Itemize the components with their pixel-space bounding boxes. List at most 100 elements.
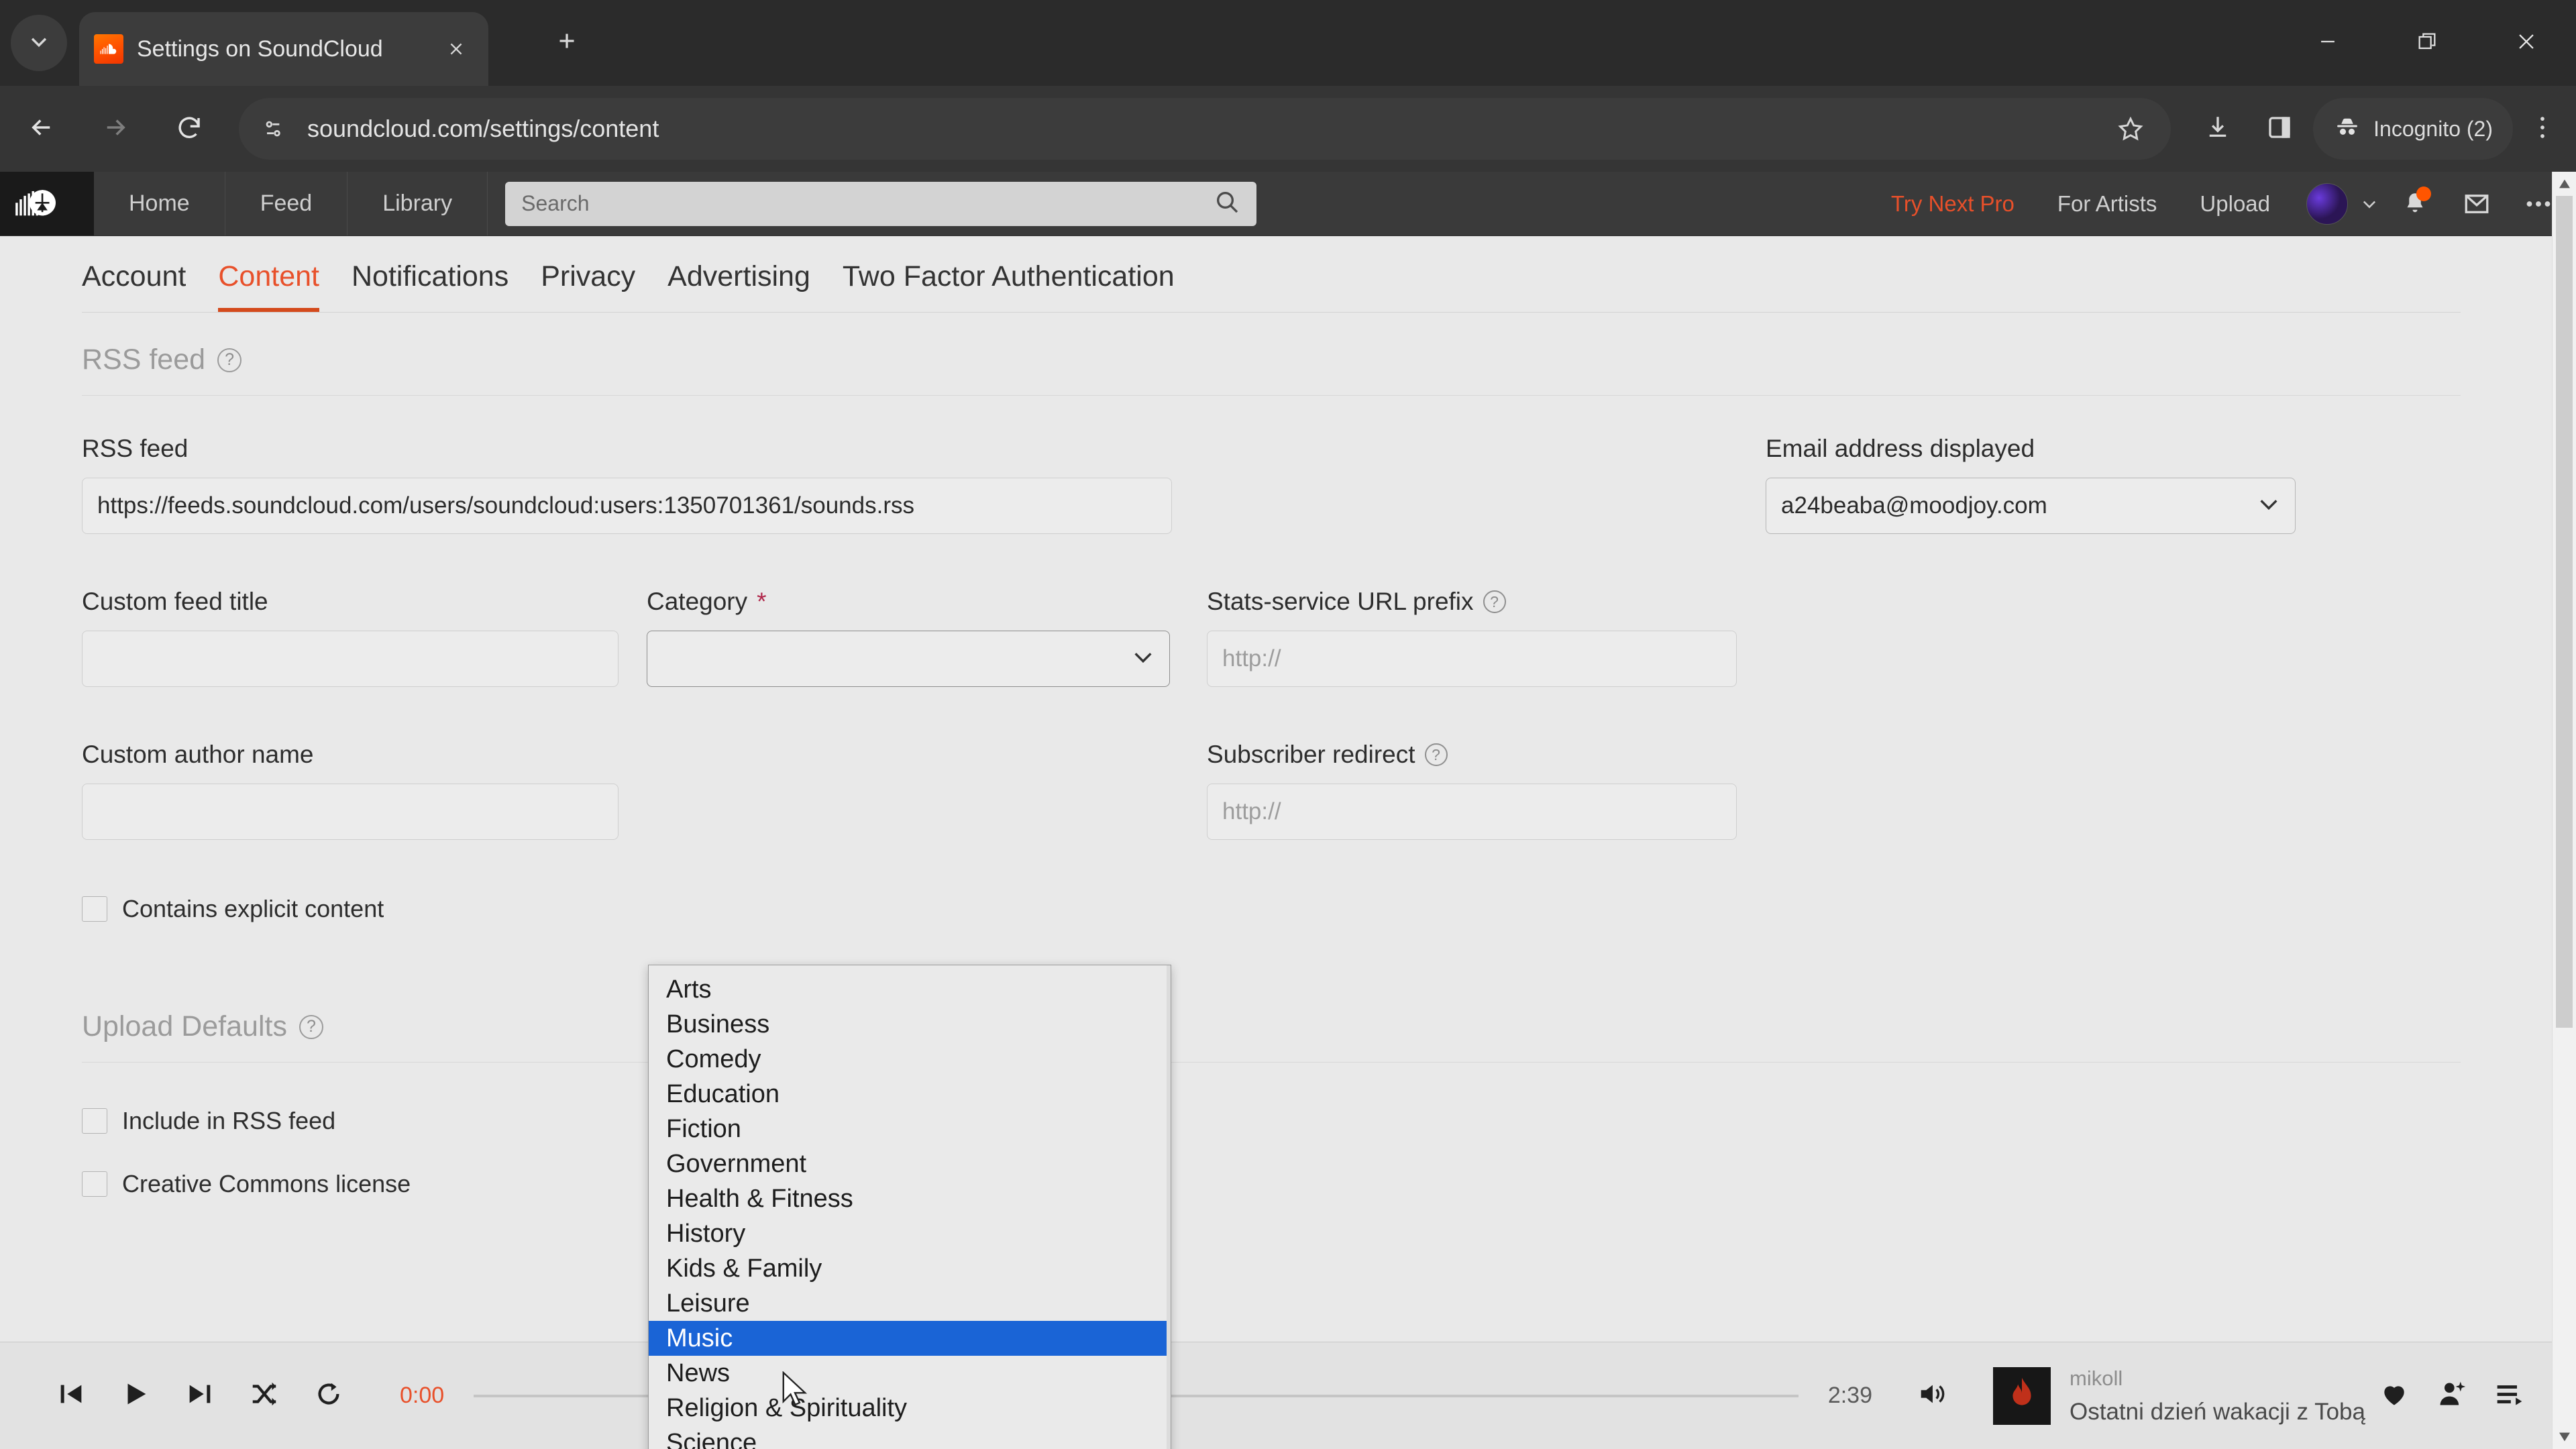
dropdown-option-government[interactable]: Government	[649, 1146, 1171, 1181]
for-artists-link[interactable]: For Artists	[2036, 191, 2179, 217]
upload-link[interactable]: Upload	[2178, 191, 2292, 217]
previous-track-button[interactable]	[39, 1364, 103, 1428]
notifications-button[interactable]	[2390, 178, 2440, 229]
chevron-down-icon[interactable]	[2360, 195, 2379, 213]
track-meta: mikoll Ostatni dzień wakacji z Tobą	[2070, 1366, 2365, 1426]
three-dots-vertical-icon	[2532, 114, 2553, 144]
reload-button[interactable]	[157, 97, 221, 161]
incognito-indicator[interactable]: Incognito (2)	[2313, 98, 2513, 160]
category-dropdown-list[interactable]: Arts Business Comedy Education Fiction G…	[648, 965, 1171, 1449]
custom-author-name-field-group: Custom author name	[82, 741, 619, 840]
track-title[interactable]: Ostatni dzień wakacji z Tobą	[2070, 1399, 2365, 1426]
side-panel-button[interactable]	[2249, 98, 2310, 160]
dropdown-option-arts[interactable]: Arts	[649, 972, 1171, 1007]
soundcloud-favicon-icon	[94, 34, 123, 64]
dropdown-scrollbar[interactable]	[1167, 965, 1171, 1449]
close-tab-icon[interactable]	[439, 32, 474, 66]
subscriber-redirect-label-text: Subscriber redirect	[1207, 741, 1415, 768]
rss-feed-input[interactable]: https://feeds.soundcloud.com/users/sound…	[82, 478, 1172, 534]
custom-feed-title-input[interactable]	[82, 631, 619, 687]
contains-explicit-content-checkbox-row[interactable]: Contains explicit content	[82, 895, 2461, 923]
spacer-col-2	[647, 741, 1170, 840]
try-next-pro-link[interactable]: Try Next Pro	[1870, 191, 2036, 217]
dropdown-option-business[interactable]: Business	[649, 1007, 1171, 1042]
downloads-button[interactable]	[2187, 98, 2249, 160]
stats-url-prefix-input[interactable]: http://	[1207, 631, 1737, 687]
skip-next-icon	[184, 1379, 215, 1413]
creative-commons-license-checkbox[interactable]	[82, 1171, 107, 1197]
forward-button[interactable]	[83, 97, 148, 161]
sidebar-item-feed[interactable]: Feed	[225, 172, 348, 235]
question-mark-icon[interactable]: ?	[1424, 743, 1448, 766]
browser-menu-button[interactable]	[2516, 98, 2569, 160]
tab-advertising[interactable]: Advertising	[667, 260, 810, 312]
repeat-icon	[313, 1379, 344, 1413]
scroll-down-arrow[interactable]	[2553, 1425, 2576, 1449]
subscriber-redirect-input[interactable]: http://	[1207, 784, 1737, 840]
avatar[interactable]	[2306, 182, 2348, 225]
messages-button[interactable]	[2451, 178, 2502, 229]
new-tab-button[interactable]	[543, 19, 590, 66]
follow-button[interactable]	[2423, 1367, 2481, 1425]
creative-commons-license-checkbox-row[interactable]: Creative Commons license	[82, 1170, 2542, 1198]
tab-notifications[interactable]: Notifications	[352, 260, 508, 312]
like-button[interactable]	[2365, 1367, 2423, 1425]
scrollbar-thumb[interactable]	[2556, 196, 2573, 1028]
dropdown-option-music[interactable]: Music	[649, 1321, 1171, 1356]
track-artwork[interactable]	[1993, 1366, 2051, 1425]
track-artist[interactable]: mikoll	[2070, 1366, 2365, 1391]
back-button[interactable]	[9, 97, 74, 161]
browser-toolbar: soundcloud.com/settings/content Incognit…	[0, 86, 2576, 172]
soundcloud-logo-icon[interactable]	[0, 172, 94, 235]
question-mark-icon[interactable]: ?	[1483, 590, 1506, 613]
include-in-rss-feed-checkbox-row[interactable]: Include in RSS feed	[82, 1107, 2542, 1135]
spacer-col	[1205, 435, 1729, 534]
scroll-up-arrow[interactable]	[2553, 172, 2576, 196]
dropdown-option-comedy[interactable]: Comedy	[649, 1042, 1171, 1077]
next-track-button[interactable]	[168, 1364, 232, 1428]
tab-two-factor-authentication[interactable]: Two Factor Authentication	[843, 260, 1175, 312]
question-mark-icon[interactable]: ?	[299, 1014, 323, 1039]
category-select[interactable]	[647, 631, 1170, 687]
tab-privacy[interactable]: Privacy	[541, 260, 635, 312]
search-input[interactable]: Search	[505, 181, 1257, 226]
dropdown-option-health-fitness[interactable]: Health & Fitness	[649, 1181, 1171, 1216]
play-button[interactable]	[103, 1364, 168, 1428]
close-window-button[interactable]	[2477, 0, 2576, 86]
dropdown-option-leisure[interactable]: Leisure	[649, 1286, 1171, 1321]
tab-account[interactable]: Account	[82, 260, 186, 312]
dropdown-option-news[interactable]: News	[649, 1356, 1171, 1391]
browser-tab[interactable]: Settings on SoundCloud	[79, 12, 488, 86]
maximize-button[interactable]	[2377, 0, 2477, 86]
question-mark-icon[interactable]: ?	[217, 347, 242, 372]
playlist-icon	[2495, 1379, 2524, 1412]
shuffle-button[interactable]	[232, 1364, 297, 1428]
stats-url-prefix-field-group: Stats-service URL prefix ? http://	[1207, 588, 1737, 687]
add-to-playlist-button[interactable]	[2481, 1367, 2538, 1425]
custom-author-name-input[interactable]	[82, 784, 619, 840]
minimize-button[interactable]	[2278, 0, 2377, 86]
dropdown-option-kids-family[interactable]: Kids & Family	[649, 1251, 1171, 1286]
tab-content[interactable]: Content	[218, 260, 319, 312]
email-displayed-select[interactable]: a24beaba@moodjoy.com	[1766, 478, 2296, 534]
page-scrollbar[interactable]	[2552, 172, 2576, 1449]
dropdown-option-history[interactable]: History	[649, 1216, 1171, 1251]
side-panel-icon	[2265, 113, 2294, 145]
dropdown-option-science[interactable]: Science	[649, 1426, 1171, 1449]
star-icon[interactable]	[2110, 109, 2151, 149]
volume-button[interactable]	[1900, 1365, 1962, 1427]
dropdown-option-education[interactable]: Education	[649, 1077, 1171, 1112]
page-settings-icon[interactable]	[259, 114, 288, 144]
address-bar[interactable]: soundcloud.com/settings/content	[239, 98, 2171, 160]
search-icon[interactable]	[1214, 189, 1240, 219]
dropdown-option-religion-spirituality[interactable]: Religion & Spirituality	[649, 1391, 1171, 1426]
sidebar-item-home[interactable]: Home	[94, 172, 225, 235]
sidebar-item-library[interactable]: Library	[347, 172, 488, 235]
contains-explicit-content-checkbox[interactable]	[82, 896, 107, 922]
repeat-button[interactable]	[297, 1364, 361, 1428]
tab-search-button[interactable]	[11, 15, 67, 71]
rss-section-heading: RSS feed ?	[0, 313, 2542, 395]
dropdown-option-fiction[interactable]: Fiction	[649, 1112, 1171, 1146]
include-in-rss-feed-checkbox[interactable]	[82, 1108, 107, 1134]
email-displayed-label: Email address displayed	[1766, 435, 2035, 462]
